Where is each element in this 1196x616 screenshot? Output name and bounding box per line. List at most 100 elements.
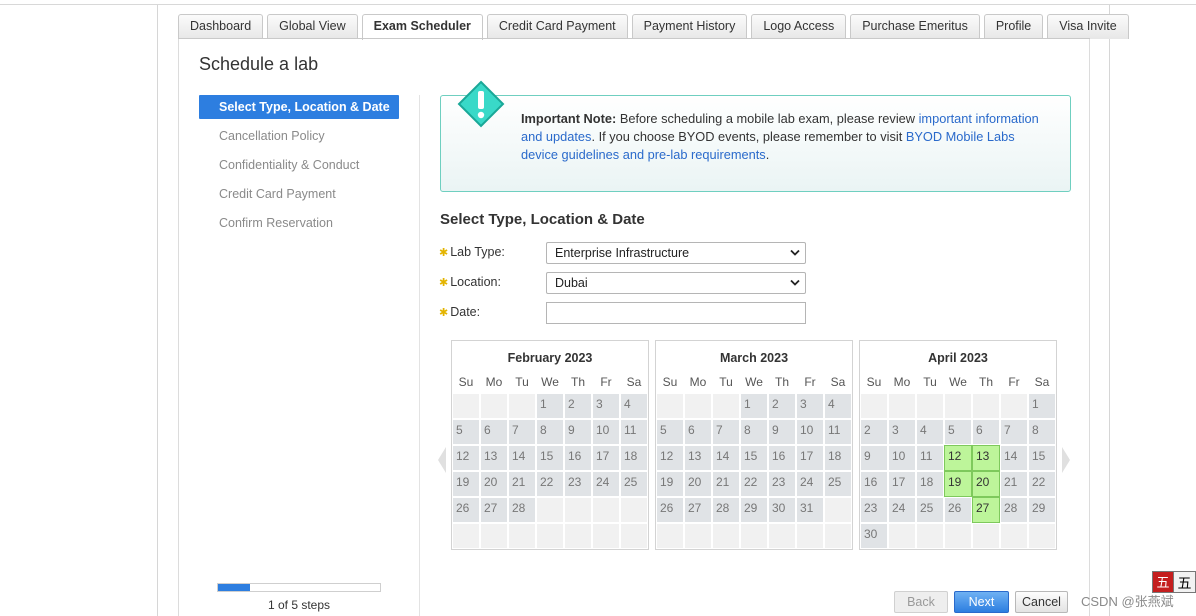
calendar-day-empty — [564, 523, 592, 549]
calendar-day: 16 — [768, 445, 796, 471]
calendar-day-empty — [916, 523, 944, 549]
calendar-day: 29 — [1028, 497, 1056, 523]
calendar-day: 18 — [916, 471, 944, 497]
calendar-day: 11 — [916, 445, 944, 471]
lab-type-select[interactable]: Enterprise Infrastructure — [546, 242, 806, 264]
tab-credit-card-payment[interactable]: Credit Card Payment — [486, 14, 628, 39]
calendar-day-empty — [1000, 523, 1028, 549]
calendar-day-available[interactable]: 20 — [972, 471, 1000, 497]
date-label: ✱ Date: — [439, 305, 480, 319]
next-button[interactable]: Next — [954, 591, 1009, 613]
calendar-day: 6 — [684, 419, 712, 445]
location-value: Dubai — [555, 276, 588, 290]
calendar-day: 7 — [1000, 419, 1028, 445]
calendar-day: 24 — [796, 471, 824, 497]
lab-type-label-text: Lab Type: — [450, 245, 505, 259]
calendar-day-empty — [916, 393, 944, 419]
calendar-day-empty — [620, 523, 648, 549]
calendar-day-available[interactable]: 13 — [972, 445, 1000, 471]
calendar-day: 4 — [824, 393, 852, 419]
calendar-day: 7 — [508, 419, 536, 445]
lab-type-label: ✱ Lab Type: — [439, 245, 505, 259]
calendar-day-empty — [684, 393, 712, 419]
calendar-day: 30 — [768, 497, 796, 523]
weekday-header: Su Mo Tu We Th Fr Sa — [860, 371, 1056, 393]
tab-payment-history[interactable]: Payment History — [631, 14, 748, 39]
note-text-2: . If you choose BYOD events, please reme… — [591, 129, 906, 144]
calendar-day: 12 — [452, 445, 480, 471]
calendar-day: 26 — [452, 497, 480, 523]
prev-month-arrow-icon[interactable] — [437, 446, 447, 474]
calendar-day: 9 — [564, 419, 592, 445]
calendar-march: March 2023 Su Mo Tu We Th Fr Sa 1 2 3 4 5 6 7 8 9 10 11 1… — [655, 340, 853, 550]
note-text-1: Before scheduling a mobile lab exam, ple… — [616, 111, 919, 126]
weekday-header: Su Mo Tu We Th Fr Sa — [452, 371, 648, 393]
calendar-day: 8 — [536, 419, 564, 445]
location-select[interactable]: Dubai — [546, 272, 806, 294]
tab-purchase-emeritus[interactable]: Purchase Emeritus — [850, 14, 980, 39]
next-month-arrow-icon[interactable] — [1061, 446, 1071, 474]
calendar-day: 23 — [860, 497, 888, 523]
calendar-day-available[interactable]: 19 — [944, 471, 972, 497]
weekday-label: We — [949, 375, 967, 389]
calendar-day: 4 — [916, 419, 944, 445]
calendar-day: 9 — [860, 445, 888, 471]
ime-widget[interactable]: 五 五 — [1152, 571, 1196, 593]
warning-diamond-icon — [457, 80, 505, 128]
weekday-label: Fr — [1008, 375, 1020, 389]
weekday-label: Mo — [689, 375, 707, 389]
calendar-day-empty — [888, 523, 916, 549]
calendar-grid: 1 2 3 4 5 6 7 8 9 10 11 12 13 14 15 16 17 18 19 20 21 22 23 24 2… — [656, 393, 852, 549]
cancel-button[interactable]: Cancel — [1015, 591, 1068, 613]
calendar-day-empty — [712, 523, 740, 549]
location-label: ✱ Location: — [439, 275, 501, 289]
tab-logo-access[interactable]: Logo Access — [751, 14, 847, 39]
weekday-label: Th — [978, 375, 993, 389]
calendar-day-empty — [508, 393, 536, 419]
calendar-title: February 2023 — [507, 351, 593, 365]
calendar-day-empty — [592, 497, 620, 523]
date-input[interactable] — [546, 302, 806, 324]
calendar-day-empty — [592, 523, 620, 549]
calendar-day: 2 — [564, 393, 592, 419]
calendar-day-empty — [796, 523, 824, 549]
step-credit-card-payment: Credit Card Payment — [219, 187, 336, 201]
calendar-day-available[interactable]: 12 — [944, 445, 972, 471]
tab-exam-scheduler[interactable]: Exam Scheduler — [361, 14, 483, 40]
weekday-label: Tu — [923, 375, 937, 389]
calendar-day-empty — [480, 523, 508, 549]
weekday-label: Fr — [600, 375, 612, 389]
tab-visa-invite[interactable]: Visa Invite — [1047, 14, 1129, 39]
calendar-day: 1 — [740, 393, 768, 419]
calendar-day: 21 — [1000, 471, 1028, 497]
calendar-day: 3 — [888, 419, 916, 445]
calendar-day-empty — [452, 393, 480, 419]
calendar-day-available[interactable]: 27 — [972, 497, 1000, 523]
calendar-day: 8 — [1028, 419, 1056, 445]
tab-dashboard[interactable]: Dashboard — [178, 14, 264, 39]
calendar-day: 26 — [944, 497, 972, 523]
tab-profile[interactable]: Profile — [983, 14, 1044, 39]
calendar-day: 31 — [796, 497, 824, 523]
calendar-day-empty — [656, 523, 684, 549]
calendar-day-empty — [564, 497, 592, 523]
calendar-day: 13 — [684, 445, 712, 471]
sidebar-divider — [419, 95, 420, 616]
calendar-day: 5 — [656, 419, 684, 445]
calendar-february: February 2023 Su Mo Tu We Th Fr Sa 1 2 3 4 5 6 7 8 9 10… — [451, 340, 649, 550]
back-button[interactable]: Back — [894, 591, 948, 613]
note-text-3: . — [765, 147, 770, 162]
steps-progress-bar — [217, 583, 381, 592]
step-select-type[interactable]: Select Type, Location & Date — [199, 95, 399, 119]
calendar-day-empty — [972, 393, 1000, 419]
tab-global-view[interactable]: Global View — [267, 14, 358, 39]
calendar-day-empty — [480, 393, 508, 419]
calendar-day-empty — [684, 523, 712, 549]
location-label-text: Location: — [450, 275, 501, 289]
calendar-day: 2 — [860, 419, 888, 445]
calendar-day: 19 — [452, 471, 480, 497]
calendar-day: 2 — [768, 393, 796, 419]
calendar-day: 15 — [1028, 445, 1056, 471]
calendar-day-empty — [508, 523, 536, 549]
calendar-day: 30 — [860, 523, 888, 549]
